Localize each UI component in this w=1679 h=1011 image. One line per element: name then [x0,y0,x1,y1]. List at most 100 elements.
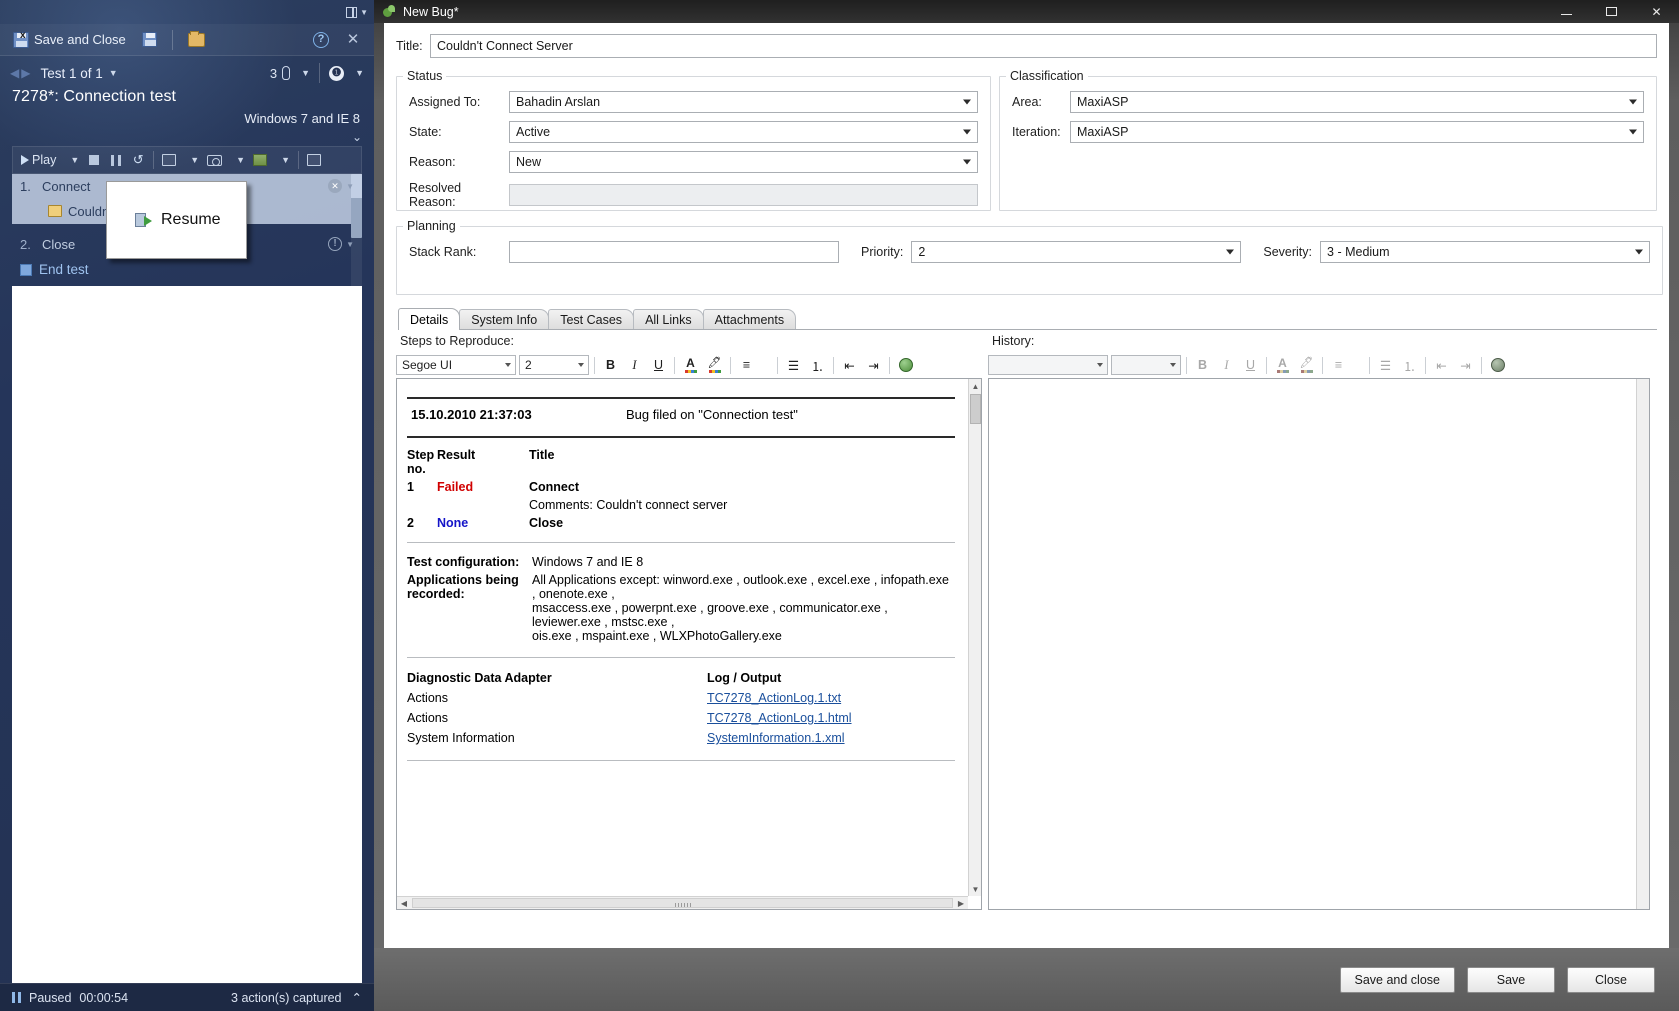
scroll-thumb-horizontal[interactable] [412,898,953,908]
reason-value: New [516,155,542,169]
scroll-left-icon[interactable]: ◀ [397,897,411,909]
history-decrease-indent-button[interactable]: ⇤ [1431,355,1452,375]
font-size-combo[interactable]: 2 [519,355,589,375]
play-button[interactable]: Play [18,149,59,171]
step-dropdown-icon[interactable]: ▼ [346,240,354,249]
record-dropdown[interactable]: ▼ [181,149,202,171]
chevron-down-icon [578,363,584,367]
record-steps-button[interactable] [159,149,179,171]
assigned-to-combo[interactable]: Bahadin Arslan [509,91,978,113]
undo-button[interactable]: ↺ [128,149,148,171]
history-font-color-button[interactable]: A [1272,355,1293,375]
minimize-button[interactable] [1544,0,1589,23]
dock-layout-icon[interactable]: ▼ [346,3,368,21]
font-color-button[interactable]: A [680,355,701,375]
chart-button[interactable] [250,149,270,171]
stop-button[interactable] [84,149,104,171]
history-bold-button[interactable]: B [1192,355,1213,375]
fail-circle-icon[interactable]: ✕ [328,179,343,193]
pause-button[interactable] [106,149,126,171]
hyperlink-button[interactable] [895,355,916,375]
scroll-right-icon[interactable]: ▶ [954,897,968,909]
underline-button[interactable]: U [648,355,669,375]
screenshot-dropdown[interactable]: ▼ [227,149,248,171]
end-test-button[interactable]: End test [12,256,362,283]
steps-to-reproduce-editor[interactable]: 15.10.2010 21:37:03 Bug filed on "Connec… [396,378,982,910]
tab-attachments[interactable]: Attachments [702,309,797,330]
severity-combo[interactable]: 3 - Medium [1320,241,1651,263]
tab-all-links[interactable]: All Links [633,309,704,330]
status-group: Status Assigned To: Bahadin Arslan State… [396,69,991,211]
bullet-list-button[interactable]: ☰ [783,355,804,375]
scroll-up-icon[interactable]: ▲ [969,379,981,393]
save-button[interactable]: Save [1467,966,1555,993]
history-hyperlink-button[interactable] [1487,355,1508,375]
chevron-up-icon[interactable]: ⌃ [352,990,362,1005]
bug-window-titlebar[interactable]: New Bug* ✕ [374,0,1679,23]
reason-combo[interactable]: New [509,151,978,173]
tab-system-info[interactable]: System Info [459,309,550,330]
italic-button[interactable]: I [624,355,645,375]
history-highlight-button[interactable]: 🖊 [1296,355,1317,375]
close-button[interactable]: Close [1567,966,1655,993]
info-icon[interactable]: ❶ [329,65,345,81]
info-circle-icon[interactable]: ! [328,237,343,251]
iteration-combo[interactable]: MaxiASP [1070,121,1644,143]
save-button[interactable] [137,28,162,52]
steps-horizontal-scrollbar[interactable]: ◀ ▶ [397,896,968,909]
scroll-down-icon[interactable]: ▼ [969,882,981,896]
chart-dropdown[interactable]: ▼ [272,149,293,171]
highlight-button[interactable]: 🖊 [704,355,725,375]
prev-next-arrows-icon[interactable]: ◀▶ [10,66,32,80]
resume-tooltip-popup[interactable]: Resume [106,181,247,259]
step-dropdown-icon[interactable]: ▼ [346,182,354,191]
collapse-chevron-icon[interactable]: ⌄ [352,130,362,144]
align-dropdown[interactable] [760,355,772,375]
play-dropdown[interactable]: ▼ [61,149,82,171]
camera-icon [207,154,223,166]
paperclip-icon[interactable] [282,66,291,80]
history-font-size-combo[interactable] [1111,355,1181,375]
history-vertical-scrollbar[interactable] [1636,379,1649,909]
history-increase-indent-button[interactable]: ⇥ [1455,355,1476,375]
test-position-dropdown-icon[interactable]: ▼ [109,68,118,78]
history-align-button[interactable]: ≡ [1328,355,1349,375]
history-align-dropdown[interactable] [1352,355,1364,375]
priority-combo[interactable]: 2 [911,241,1242,263]
area-combo[interactable]: MaxiASP [1070,91,1644,113]
title-input[interactable] [430,34,1657,58]
open-folder-button[interactable] [183,28,210,52]
save-and-close-button[interactable]: x Save and Close [8,28,131,52]
font-family-combo[interactable]: Segoe UI [396,355,516,375]
history-underline-button[interactable]: U [1240,355,1261,375]
history-numbered-list-button[interactable]: ⒈ [1399,355,1420,375]
history-font-family-combo[interactable] [988,355,1108,375]
close-window-button[interactable]: ✕ [1634,0,1679,23]
help-button[interactable]: ? [308,28,334,52]
applications-value-line2: msaccess.exe , powerpnt.exe , groove.exe… [532,601,888,629]
adapter-log-link[interactable]: TC7278_ActionLog.1.txt [707,691,955,705]
attachment-dropdown-icon[interactable]: ▼ [301,68,310,78]
adapter-log-link[interactable]: SystemInformation.1.xml [707,731,955,745]
tab-test-cases[interactable]: Test Cases [548,309,635,330]
tab-details[interactable]: Details [398,308,461,330]
decrease-indent-button[interactable]: ⇤ [839,355,860,375]
screenshot-button[interactable] [204,149,225,171]
bold-button[interactable]: B [600,355,621,375]
history-editor[interactable] [988,378,1650,910]
close-runner-button[interactable]: ✕ [340,28,366,52]
save-and-close-button[interactable]: Save and close [1339,966,1455,993]
steps-vertical-scrollbar[interactable]: ▲ ▼ [968,379,981,896]
increase-indent-button[interactable]: ⇥ [863,355,884,375]
history-bullet-list-button[interactable]: ☰ [1375,355,1396,375]
align-button[interactable]: ≡ [736,355,757,375]
comment-button[interactable] [304,149,324,171]
stack-rank-input[interactable] [509,241,839,263]
maximize-button[interactable] [1589,0,1634,23]
numbered-list-button[interactable]: ⒈ [807,355,828,375]
state-combo[interactable]: Active [509,121,978,143]
history-italic-button[interactable]: I [1216,355,1237,375]
adapter-log-link[interactable]: TC7278_ActionLog.1.html [707,711,955,725]
info-dropdown-icon[interactable]: ▼ [355,68,364,78]
scroll-thumb[interactable] [970,394,981,424]
